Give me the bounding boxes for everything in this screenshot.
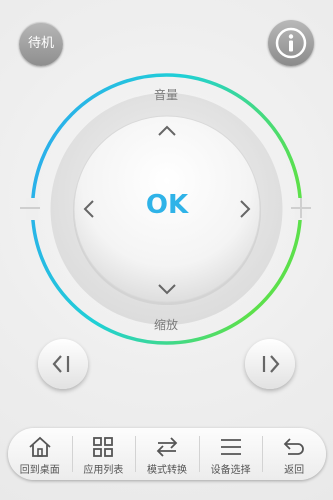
plus-icon[interactable] <box>291 198 311 218</box>
switch-icon <box>156 437 178 457</box>
chevron-down-icon <box>158 284 176 295</box>
chevron-left-icon <box>83 200 94 218</box>
zoom-label: 缩放 <box>153 318 178 332</box>
nav-home[interactable]: 回到桌面 <box>8 428 72 480</box>
nav-mode-switch[interactable]: 模式转换 <box>135 428 199 480</box>
up-button[interactable] <box>156 120 178 142</box>
prev-icon <box>52 355 70 373</box>
chevron-right-icon <box>240 200 251 218</box>
home-icon <box>29 436 51 457</box>
chevron-up-icon <box>158 125 176 136</box>
nav-home-label: 回到桌面 <box>19 465 60 476</box>
nav-app-list[interactable]: 应用列表 <box>71 428 136 480</box>
next-button[interactable] <box>245 339 295 389</box>
menu-icon <box>220 439 241 455</box>
nav-device-select[interactable]: 设备选择 <box>198 428 263 480</box>
nav-back[interactable]: 返回 <box>262 428 326 480</box>
grid-icon <box>93 437 114 457</box>
left-button[interactable] <box>78 198 100 220</box>
nav-app-list-label: 应用列表 <box>83 465 124 476</box>
prev-button[interactable] <box>38 339 88 389</box>
nav-mode-switch-label: 模式转换 <box>146 465 187 476</box>
remote-screen: 待机 OK 音量 缩放 回到桌面 应用列表 模式转换 设备选择 返回 <box>0 0 333 500</box>
down-button[interactable] <box>156 278 178 300</box>
back-icon <box>283 438 304 455</box>
bottom-nav: 回到桌面 应用列表 模式转换 设备选择 返回 <box>8 428 326 480</box>
ok-label: OK <box>145 190 189 220</box>
next-icon <box>262 355 280 373</box>
right-button[interactable] <box>234 198 256 220</box>
minus-icon[interactable] <box>20 207 40 209</box>
nav-back-label: 返回 <box>284 465 305 476</box>
volume-label: 音量 <box>153 88 178 102</box>
nav-device-select-label: 设备选择 <box>210 465 251 476</box>
